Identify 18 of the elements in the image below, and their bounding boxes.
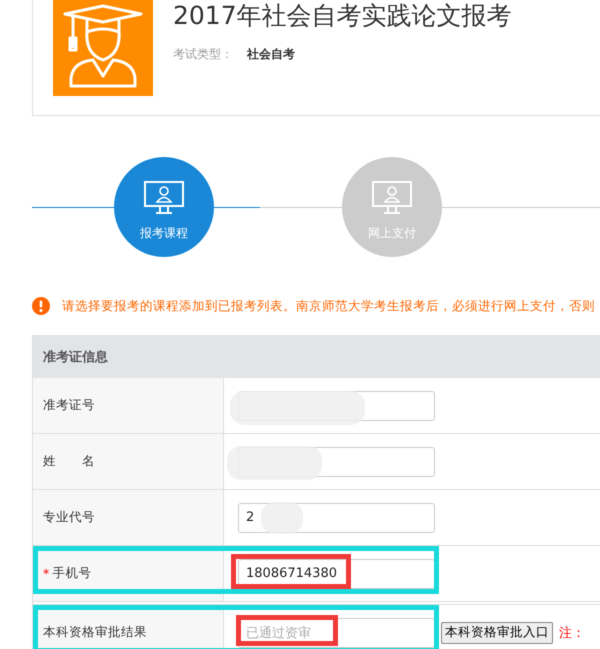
field-label: 手机号 [52, 565, 92, 582]
warning-icon [32, 297, 50, 315]
notice-text: 请选择要报考的课程添加到已报考列表。南京师范大学考生报考后，必须进行网上支付，否则 [62, 298, 595, 314]
section-title: 准考证信息 [43, 348, 108, 366]
step-circle[interactable]: 报考课程 [114, 157, 214, 257]
exam-type-label: 考试类型： [173, 46, 233, 63]
page-title: 2017年社会自考实践论文报考 [173, 0, 512, 32]
input-field[interactable]: 18086714380 [238, 558, 435, 588]
note-text: 注： [559, 624, 585, 642]
monitor-user-icon [372, 181, 412, 215]
field-label: 姓 名 [43, 453, 95, 470]
required-mark: * [43, 566, 50, 581]
exam-type-value: 社会自考 [247, 46, 295, 63]
field-label: 本科资格审批结果 [43, 624, 147, 641]
field-label: 专业代号 [43, 509, 95, 526]
field-label: 准考证号 [43, 397, 95, 414]
approval-entry-button[interactable]: 本科资格审批入口 [441, 622, 553, 644]
monitor-user-icon [144, 181, 184, 215]
